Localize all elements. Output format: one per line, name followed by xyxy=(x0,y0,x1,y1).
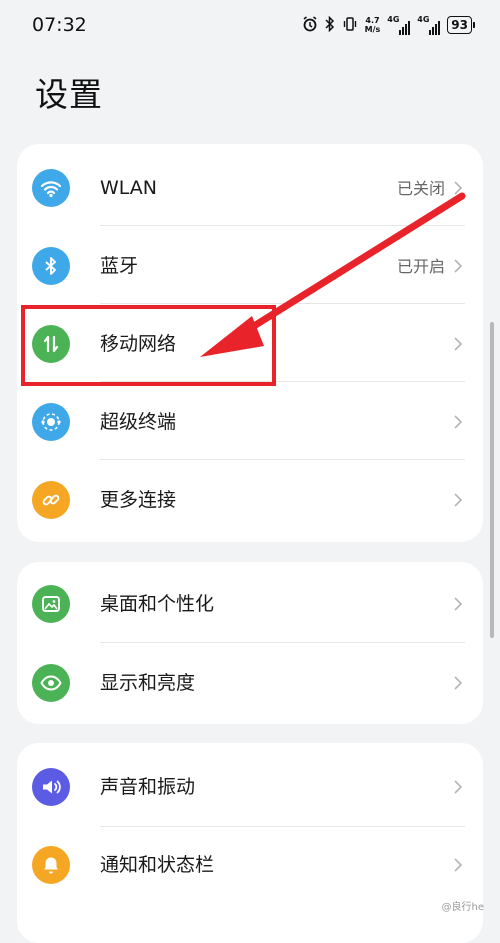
status-time: 07:32 xyxy=(32,14,87,36)
chevron-right-icon xyxy=(454,858,463,872)
network-speed: 4.7 M/s xyxy=(365,16,381,34)
chevron-right-icon xyxy=(454,259,463,273)
settings-item-wlan[interactable]: WLAN 已关闭 xyxy=(17,149,483,225)
settings-item-label: WLAN xyxy=(100,177,158,199)
chevron-right-icon xyxy=(454,676,463,690)
settings-group-display: 桌面和个性化 显示和亮度 xyxy=(17,562,483,724)
network-type-1: 4G xyxy=(387,15,400,24)
alarm-icon xyxy=(302,15,318,35)
network-type-2: 4G xyxy=(417,15,430,24)
signal-bars-icon xyxy=(399,21,411,35)
scrollbar[interactable] xyxy=(490,322,494,638)
bell-icon xyxy=(32,846,70,884)
chevron-right-icon xyxy=(454,337,463,351)
settings-item-label: 蓝牙 xyxy=(100,255,139,277)
chevron-right-icon xyxy=(454,780,463,794)
signal-2: 4G xyxy=(417,15,441,35)
settings-item-label: 显示和亮度 xyxy=(100,672,196,694)
wifi-icon xyxy=(32,169,70,207)
settings-item-label: 桌面和个性化 xyxy=(100,593,215,615)
settings-item-sound-vibration[interactable]: 声音和振动 xyxy=(17,748,483,824)
divider xyxy=(100,225,465,226)
status-icons: 4.7 M/s 4G 4G 93 xyxy=(302,13,475,37)
divider xyxy=(100,642,465,643)
settings-item-display-brightness[interactable]: 显示和亮度 xyxy=(17,644,483,720)
speaker-icon xyxy=(32,768,70,806)
settings-item-notifications[interactable]: 通知和状态栏 xyxy=(17,826,483,902)
settings-group-sound-notify: 声音和振动 通知和状态栏 xyxy=(17,743,483,943)
divider xyxy=(100,303,465,304)
signal-bars-icon xyxy=(429,21,441,35)
page-title: 设置 xyxy=(35,75,103,114)
settings-item-label: 通知和状态栏 xyxy=(100,854,215,876)
chevron-right-icon xyxy=(454,493,463,507)
settings-item-value: 已开启 xyxy=(396,257,445,276)
watermark: @良行he xyxy=(441,902,485,913)
speed-value: 4.7 xyxy=(365,16,380,25)
highlight-box xyxy=(21,305,276,386)
wallpaper-icon xyxy=(32,585,70,623)
chevron-right-icon xyxy=(454,415,463,429)
signal-1: 4G xyxy=(387,15,411,35)
settings-item-label: 声音和振动 xyxy=(100,776,196,798)
settings-item-label: 超级终端 xyxy=(100,411,177,433)
settings-item-more-connections[interactable]: 更多连接 xyxy=(17,461,483,537)
eye-icon xyxy=(32,664,70,702)
speed-unit: M/s xyxy=(364,25,381,34)
link-icon xyxy=(32,481,70,519)
settings-item-label: 更多连接 xyxy=(100,489,177,511)
vibrate-icon xyxy=(342,16,358,35)
chevron-right-icon xyxy=(454,181,463,195)
settings-item-super-device[interactable]: 超级终端 xyxy=(17,383,483,459)
bluetooth-icon xyxy=(32,247,70,285)
battery-indicator: 93 xyxy=(447,16,475,34)
chevron-right-icon xyxy=(454,597,463,611)
settings-item-home-screen[interactable]: 桌面和个性化 xyxy=(17,565,483,641)
bluetooth-status-icon xyxy=(325,15,335,35)
settings-item-bluetooth[interactable]: 蓝牙 已开启 xyxy=(17,227,483,303)
status-bar: 07:32 4.7 M/s 4G 4G 93 xyxy=(0,0,500,52)
settings-item-value: 已关闭 xyxy=(396,179,445,198)
super-device-icon xyxy=(32,403,70,441)
divider xyxy=(100,459,465,460)
